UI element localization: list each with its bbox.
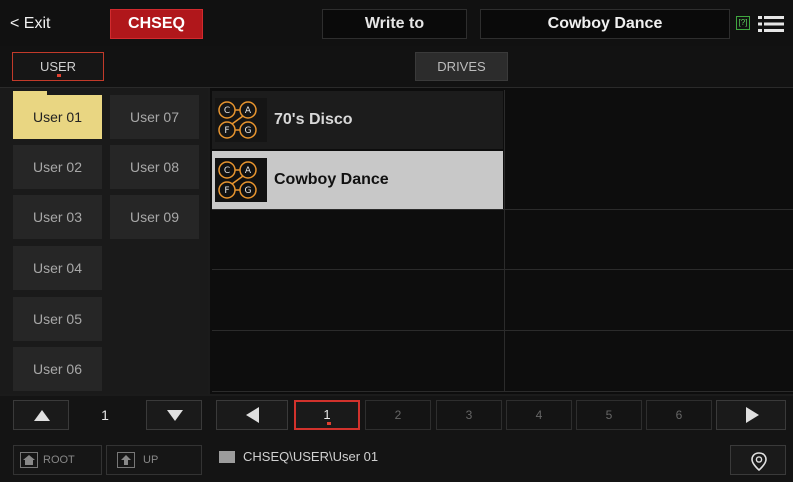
list-item-cowboy-dance[interactable]: C A F G Cowboy Dance	[212, 151, 503, 209]
target-name-field[interactable]: Cowboy Dance	[480, 9, 730, 39]
arrow-left-icon	[246, 407, 259, 423]
mode-badge[interactable]: CHSEQ	[110, 9, 203, 39]
row-divider	[212, 330, 793, 331]
current-path: CHSEQ\USER\User 01	[243, 449, 379, 464]
folder-item-user-03[interactable]: User 03	[13, 195, 102, 239]
folder-item-user-06[interactable]: User 06	[13, 347, 102, 391]
folder-up-icon	[117, 452, 135, 468]
exit-button[interactable]: < Exit	[6, 9, 98, 39]
page-button-2[interactable]: 2	[365, 400, 431, 430]
list-item-70s-disco[interactable]: C A F G 70's Disco	[212, 91, 503, 149]
svg-text:C: C	[224, 106, 230, 116]
folder-item-user-07[interactable]: User 07	[110, 95, 199, 139]
folder-item-user-08[interactable]: User 08	[110, 145, 199, 189]
folder-item-user-05[interactable]: User 05	[13, 297, 102, 341]
arrow-right-icon	[746, 407, 759, 423]
page-button-1[interactable]: 1	[294, 400, 360, 430]
row-divider	[212, 391, 793, 392]
list-item-label: 70's Disco	[274, 111, 353, 128]
page-button-5[interactable]: 5	[576, 400, 642, 430]
root-button[interactable]: ROOT	[13, 445, 102, 475]
tab-user-label: USER	[39, 59, 77, 74]
folder-scroll-down-button[interactable]	[146, 400, 202, 430]
location-pin-icon	[751, 452, 767, 472]
row-divider	[212, 209, 793, 210]
active-indicator	[57, 74, 61, 77]
folder-scroll-up-button[interactable]	[13, 400, 69, 430]
folder-item-user-01[interactable]: User 01	[13, 91, 102, 139]
folder-item-user-09[interactable]: User 09	[110, 195, 199, 239]
page-next-button[interactable]	[716, 400, 786, 430]
svg-text:C: C	[224, 166, 230, 176]
locate-button[interactable]	[730, 445, 786, 475]
page-label: 1	[323, 407, 331, 422]
menu-icon[interactable]	[758, 15, 784, 33]
tab-user[interactable]: USER	[12, 52, 104, 81]
page-button-6[interactable]: 6	[646, 400, 712, 430]
folder-item-user-04[interactable]: User 04	[13, 246, 102, 290]
tab-bar	[0, 46, 793, 88]
up-button[interactable]: UP	[106, 445, 202, 475]
list-item-label: Cowboy Dance	[274, 171, 389, 188]
arrow-down-icon	[167, 410, 183, 421]
column-divider	[504, 90, 505, 392]
svg-text:A: A	[245, 106, 252, 116]
chord-sequence-icon: C A F G	[215, 98, 267, 142]
page-button-3[interactable]: 3	[436, 400, 502, 430]
svg-text:F: F	[224, 126, 229, 136]
up-label: UP	[143, 454, 159, 466]
help-icon[interactable]: [?]	[736, 16, 750, 30]
active-indicator	[327, 422, 331, 425]
write-to-button[interactable]: Write to	[322, 9, 467, 39]
arrow-up-icon	[34, 410, 50, 421]
svg-text:G: G	[245, 126, 252, 136]
page-button-4[interactable]: 4	[506, 400, 572, 430]
row-divider	[212, 269, 793, 270]
chord-sequence-icon: C A F G	[215, 158, 267, 202]
folder-page-number: 1	[101, 407, 109, 423]
tab-drives[interactable]: DRIVES	[415, 52, 508, 81]
svg-text:G: G	[245, 186, 252, 196]
folder-icon	[219, 451, 235, 463]
svg-text:F: F	[224, 186, 229, 196]
home-icon	[20, 452, 38, 468]
svg-text:A: A	[245, 166, 252, 176]
page-prev-button[interactable]	[216, 400, 288, 430]
folder-item-user-02[interactable]: User 02	[13, 145, 102, 189]
root-label: ROOT	[43, 454, 75, 466]
